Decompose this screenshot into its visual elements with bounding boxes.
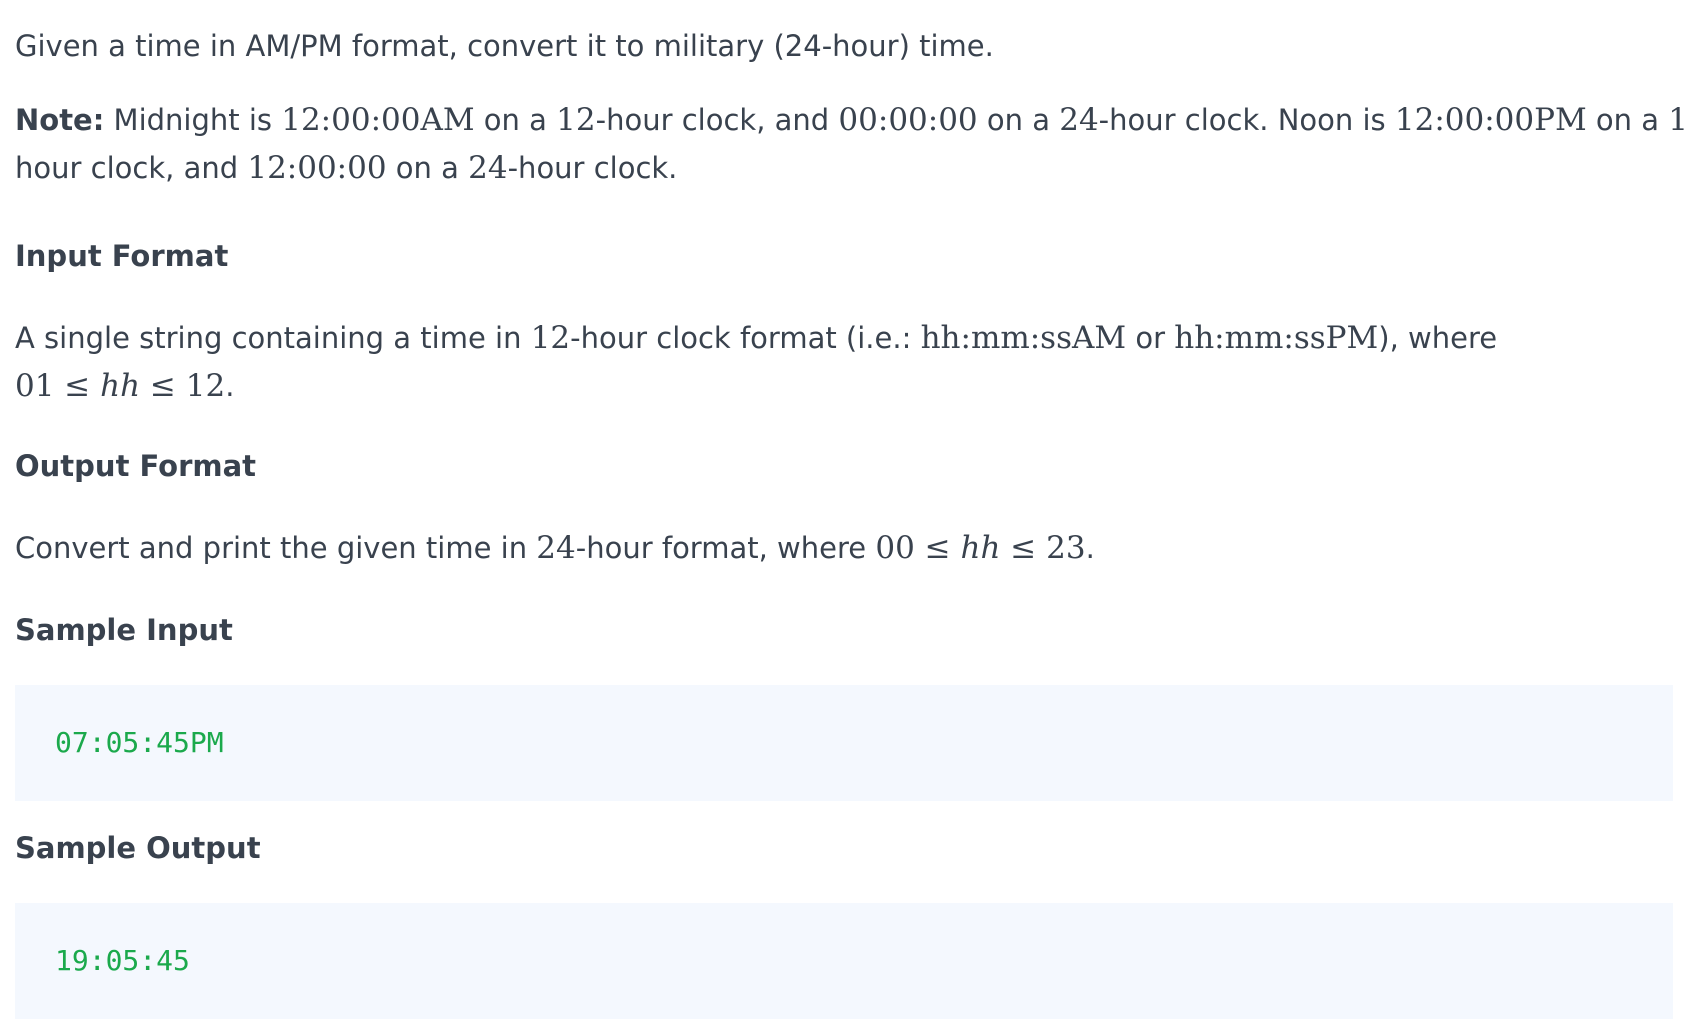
math-noon-12h: 12:00:00PM	[1394, 102, 1587, 138]
math-var-hh: hh	[100, 368, 141, 404]
intro-paragraph: Given a time in AM/PM format, convert it…	[15, 29, 994, 63]
note-text: on a	[386, 151, 469, 185]
input-format-heading: Input Format	[15, 239, 229, 273]
math-24: 24	[1059, 102, 1099, 138]
input-text: .	[225, 369, 235, 403]
note-paragraph: Note: Midnight is 12:00:00AM on a 12-hou…	[15, 96, 1688, 192]
note-text: Midnight is	[104, 103, 282, 137]
output-text: -hour format, where	[575, 531, 876, 565]
input-text: ), where	[1378, 321, 1498, 355]
note-line-1: Note: Midnight is 12:00:00AM on a 12-hou…	[15, 96, 1688, 144]
note-text: -hour clock. Noon is	[1098, 103, 1395, 137]
input-format-line-2: 01 ≤ hh ≤ 12.	[15, 362, 1497, 410]
math-24: 24	[536, 530, 576, 566]
note-line-2: hour clock, and 12:00:00 on a 24-hour cl…	[15, 144, 1688, 192]
note-text: hour clock, and	[15, 151, 248, 185]
math-noon-24h: 12:00:00	[247, 150, 387, 186]
math-am-format: hh:mm:ssAM	[920, 320, 1127, 356]
math-var-hh: hh	[960, 530, 1001, 566]
math-24: 24	[468, 150, 508, 186]
note-text: on a	[977, 103, 1060, 137]
math-12: 12	[530, 320, 571, 356]
math-midnight-24h: 00:00:00	[838, 102, 978, 138]
math-pm-format: hh:mm:ssPM	[1174, 320, 1379, 356]
note-text: on a	[1586, 103, 1669, 137]
output-format-paragraph: Convert and print the given time in 24-h…	[15, 524, 1095, 572]
math-12: 12	[1668, 102, 1688, 138]
input-format-line-1: A single string containing a time in 12-…	[15, 314, 1497, 362]
input-text: A single string containing a time in	[15, 321, 531, 355]
input-text: or	[1126, 321, 1175, 355]
math-midnight-12h: 12:00:00AM	[281, 102, 475, 138]
output-format-heading: Output Format	[15, 449, 257, 483]
sample-input-heading: Sample Input	[15, 613, 233, 647]
sample-output-code-block: 19:05:45	[15, 903, 1673, 1019]
math-lower-bound: 01 ≤	[15, 368, 101, 404]
input-text: -hour clock format (i.e.:	[570, 321, 921, 355]
note-text: on a	[474, 103, 557, 137]
math-lower-bound: 00 ≤	[875, 530, 961, 566]
sample-input-code-block: 07:05:45PM	[15, 685, 1673, 801]
input-format-paragraph: A single string containing a time in 12-…	[15, 314, 1497, 410]
output-text: Convert and print the given time in	[15, 531, 537, 565]
note-label: Note:	[15, 103, 105, 137]
note-text: -hour clock.	[507, 151, 678, 185]
math-12: 12	[556, 102, 596, 138]
math-upper-bound: ≤ 12	[140, 368, 226, 404]
sample-output-heading: Sample Output	[15, 831, 261, 865]
note-text: -hour clock, and	[595, 103, 839, 137]
output-text: .	[1085, 531, 1095, 565]
math-upper-bound: ≤ 23	[1000, 530, 1086, 566]
